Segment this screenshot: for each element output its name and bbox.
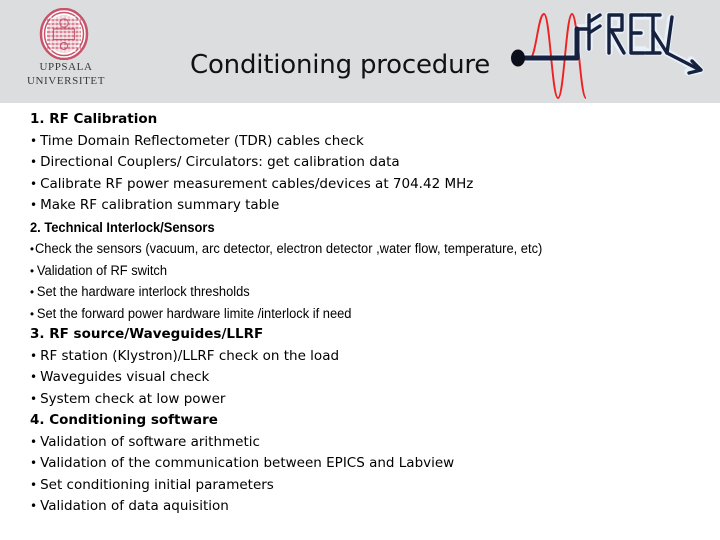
list-item: • Make RF calibration summary table — [30, 195, 716, 217]
bullet-glyph: • — [30, 198, 38, 212]
freia-logo — [511, 12, 704, 99]
list-item: • Time Domain Reflectometer (TDR) cables … — [30, 131, 716, 153]
procedure-list: 1. RF Calibration • Time Domain Reflectom… — [30, 109, 716, 518]
list-item-text: Validation of RF switch — [36, 262, 168, 278]
page-title: Conditioning procedure — [190, 50, 491, 80]
freia-node-dot — [511, 49, 525, 67]
list-item-text: Set conditioning initial parameters — [40, 476, 274, 493]
section-heading: 3. RF source/Waveguides/LLRF — [30, 326, 264, 342]
bullet-glyph: • — [30, 370, 38, 384]
list-item: • Directional Couplers/ Circulators: get … — [30, 152, 716, 174]
list-item-text: Calibrate RF power measurement cables/de… — [40, 175, 474, 192]
list-item: • Validation of data aquisition — [30, 496, 716, 518]
bullet-glyph: • — [30, 391, 38, 406]
list-item: • RF station (Klystron)/LLRF check on the… — [30, 346, 716, 368]
uppsala-wordmark: UPPSALA UNIVERSITET — [22, 60, 110, 88]
section-heading: 2. Technical Interlock/Sensors — [30, 219, 215, 235]
list-item: • Validation of RF switch — [30, 260, 685, 282]
bullet-glyph: • — [30, 499, 38, 513]
bullet-glyph: • — [30, 176, 38, 191]
list-item-text: System check at low power — [40, 390, 226, 407]
list-item: • Set conditioning initial parameters — [30, 475, 716, 497]
bullet-glyph: • — [30, 456, 38, 470]
bullet-glyph: • — [30, 434, 38, 449]
list-item: • Validation of the communication between… — [30, 453, 716, 475]
section-heading: 1. RF Calibration — [30, 111, 158, 127]
list-item-text: Directional Couplers/ Circulators: get c… — [40, 154, 400, 170]
list-item-text: Validation of data aquisition — [40, 498, 229, 514]
list-item: • Set the forward power hardware limite /… — [30, 303, 685, 325]
bullet-glyph: • — [30, 133, 38, 148]
list-item-text: RF station (Klystron)/LLRF check on the … — [40, 347, 340, 364]
uppsala-seal-icon — [39, 8, 89, 60]
list-item-text: Validation of software arithmetic — [40, 433, 260, 450]
list-item: • Validation of software arithmetic — [30, 432, 716, 454]
bullet-glyph: • — [30, 155, 38, 169]
list-item-text: Waveguides visual check — [40, 369, 210, 385]
section-heading: 4. Conditioning software — [30, 412, 218, 428]
uppsala-university-logo: UPPSALA UNIVERSITET — [22, 8, 110, 96]
slide-canvas: UPPSALA UNIVERSITET Conditioning procedu… — [0, 0, 720, 540]
list-item-text: Set the hardware interlock thresholds — [36, 284, 250, 299]
list-item: • System check at low power — [30, 389, 716, 411]
uppsala-wordmark-line1: UPPSALA — [39, 61, 93, 73]
bullet-glyph: • — [30, 477, 38, 492]
list-item: • Waveguides visual check — [30, 367, 716, 389]
bullet-glyph: • — [30, 348, 38, 363]
list-item: •Check the sensors (vacuum, arc detector… — [30, 238, 685, 260]
list-item-text: Validation of the communication between … — [40, 455, 455, 471]
list-item-text: Make RF calibration summary table — [40, 197, 280, 213]
list-item-text: Time Domain Reflectometer (TDR) cables c… — [40, 132, 364, 149]
list-item: • Calibrate RF power measurement cables/d… — [30, 174, 716, 196]
list-item: • Set the hardware interlock thresholds — [30, 281, 685, 303]
list-item-text: Check the sensors (vacuum, arc detector,… — [34, 241, 543, 256]
uppsala-wordmark-line2: UNIVERSITET — [26, 75, 106, 88]
list-item-text: Set the forward power hardware limite /i… — [36, 305, 352, 321]
